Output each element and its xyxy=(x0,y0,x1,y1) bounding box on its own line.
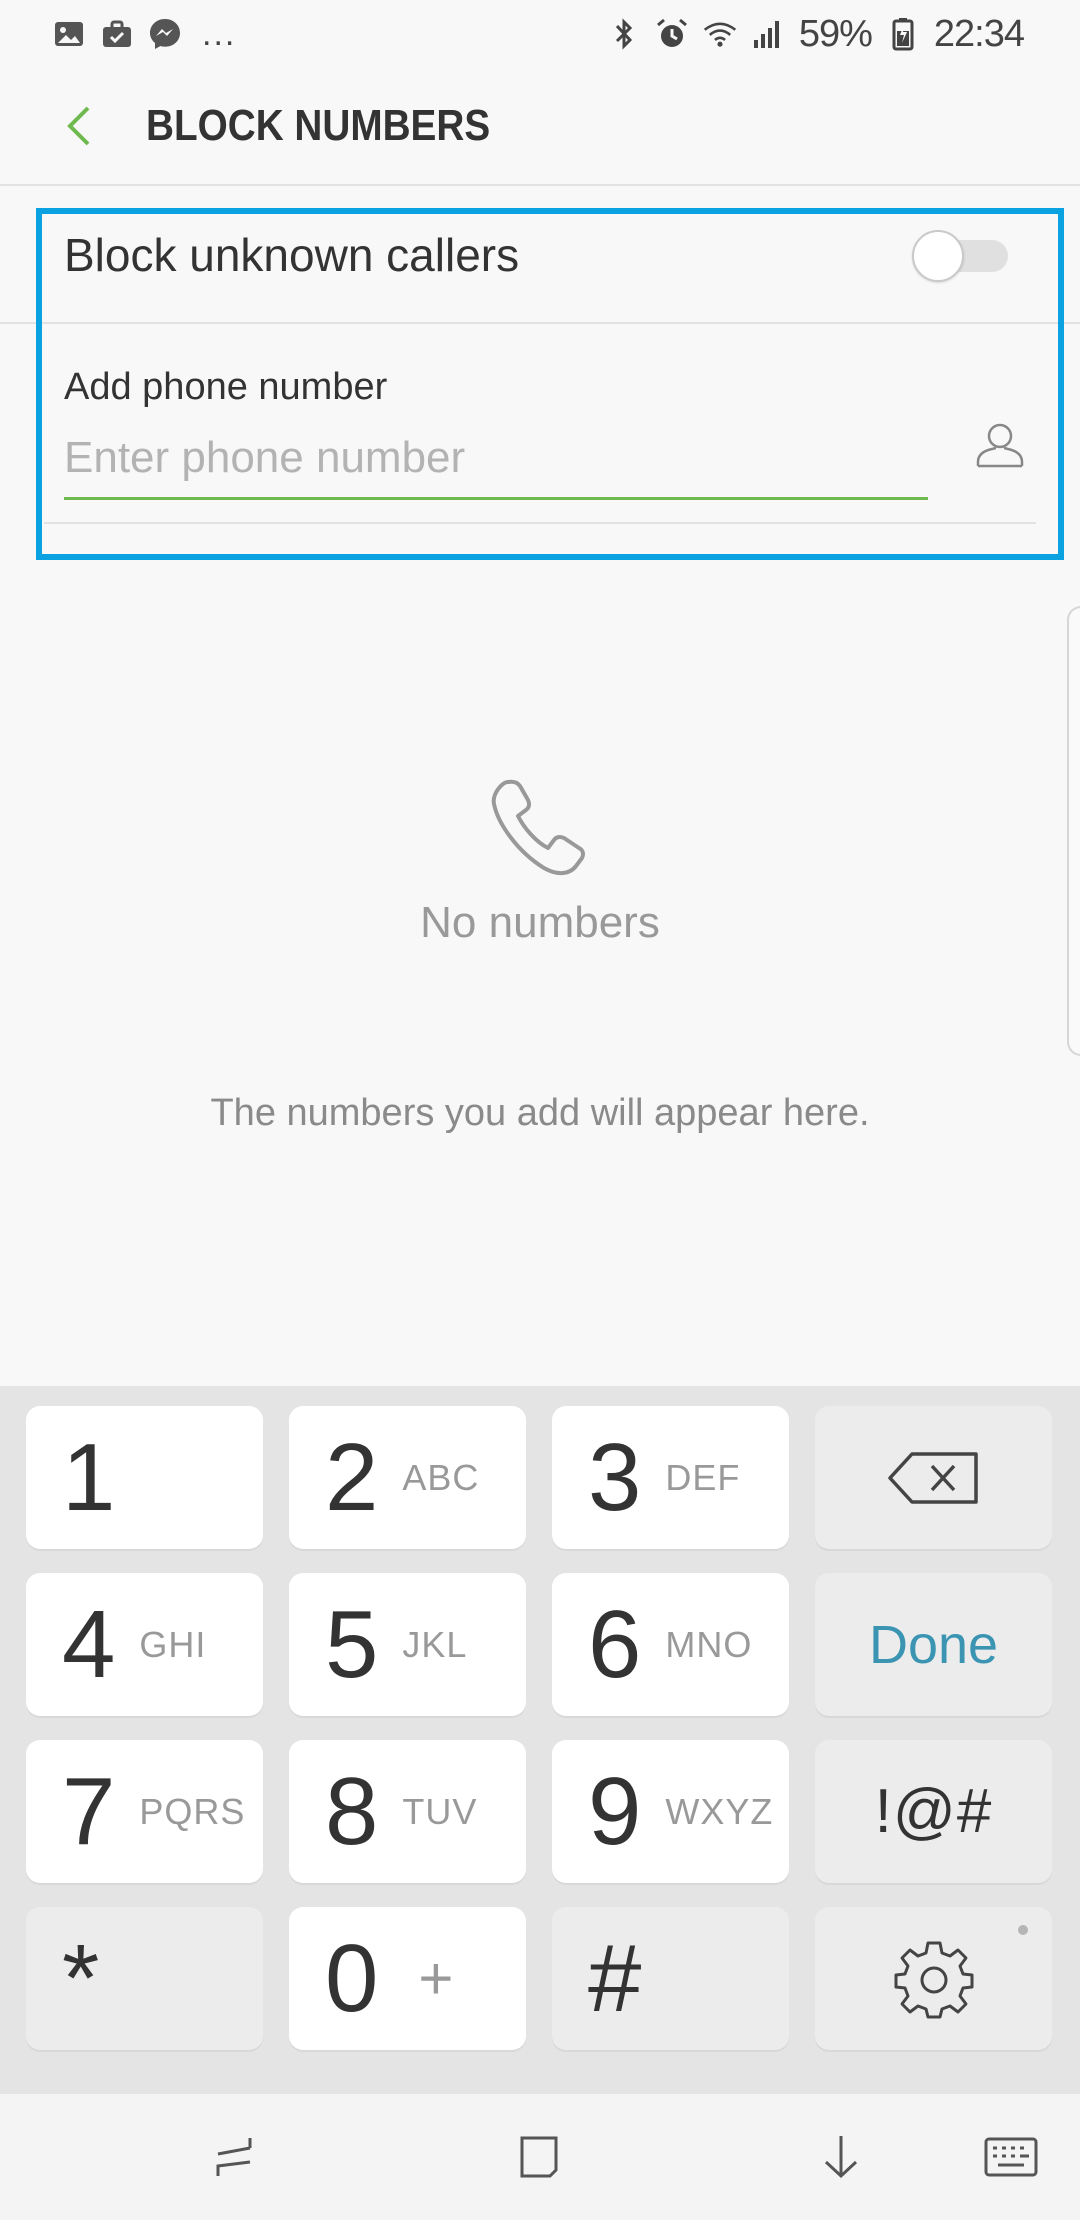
key-letters: TUV xyxy=(402,1790,478,1832)
block-unknown-callers-label: Block unknown callers xyxy=(64,229,520,281)
status-bar-system: 59% 22:34 xyxy=(607,12,1025,56)
status-bar-notifications: ... xyxy=(52,15,236,54)
keyboard-switch-button[interactable] xyxy=(976,2122,1046,2192)
key-0[interactable]: 0 + xyxy=(289,1907,526,2050)
status-bar: ... 59% 22:34 xyxy=(0,0,1080,68)
key-digit: # xyxy=(588,1924,642,2032)
key-asterisk[interactable]: * xyxy=(26,1907,263,2050)
key-6[interactable]: 6 MNO xyxy=(552,1573,789,1716)
empty-state-title: No numbers xyxy=(420,898,660,947)
briefcase-icon xyxy=(100,17,134,51)
home-icon xyxy=(520,2136,558,2178)
key-5[interactable]: 5 JKL xyxy=(289,1573,526,1716)
key-digit: 1 xyxy=(62,1423,116,1531)
backspace-icon xyxy=(887,1451,978,1504)
chevron-left-icon xyxy=(67,106,90,146)
clock: 22:34 xyxy=(933,12,1025,55)
key-letters: ABC xyxy=(402,1456,480,1498)
alarm-icon xyxy=(655,17,689,51)
contact-person-icon xyxy=(976,423,1024,468)
symbols-key[interactable]: !@# xyxy=(815,1740,1052,1883)
key-letters: DEF xyxy=(665,1456,741,1498)
key-8[interactable]: 8 TUV xyxy=(289,1740,526,1883)
hide-keyboard-button[interactable] xyxy=(806,2122,876,2192)
key-3[interactable]: 3 DEF xyxy=(552,1406,789,1549)
key-hash[interactable]: # xyxy=(552,1907,789,2050)
key-digit: 3 xyxy=(588,1423,642,1531)
keyboard-settings-key[interactable] xyxy=(815,1907,1052,2050)
key-letters: + xyxy=(418,1945,454,2012)
key-letters: WXYZ xyxy=(665,1790,774,1832)
keyboard-icon xyxy=(984,2137,1038,2177)
keypad-row-1: 1 2 ABC 3 DEF xyxy=(26,1406,1054,1549)
key-9[interactable]: 9 WXYZ xyxy=(552,1740,789,1883)
keypad-row-4: * 0 + # xyxy=(26,1907,1054,2050)
numeric-keypad: 1 2 ABC 3 DEF 4 GHI 5 JKL 6 MNO Done 7 PQRS 8T… xyxy=(0,1386,1080,2094)
bluetooth-icon xyxy=(607,17,641,51)
block-settings-panel: Block unknown callers Add phone number xyxy=(0,188,1080,524)
recent-apps-icon xyxy=(216,2138,252,2176)
backspace-key[interactable] xyxy=(815,1406,1052,1549)
divider xyxy=(44,522,1036,524)
empty-state: No numbers xyxy=(0,770,1080,948)
contacts-button[interactable] xyxy=(964,408,1036,480)
phone-icon xyxy=(491,779,585,875)
key-digit: 8 xyxy=(325,1757,379,1865)
recent-apps-button[interactable] xyxy=(200,2122,270,2192)
done-label: Done xyxy=(868,1614,999,1675)
key-digit: 2 xyxy=(325,1423,379,1531)
battery-icon xyxy=(886,17,920,51)
gear-icon xyxy=(894,1941,973,2018)
add-phone-number-row: Add phone number xyxy=(0,324,1080,524)
key-letters: GHI xyxy=(139,1623,207,1665)
wifi-icon xyxy=(703,17,737,51)
key-2[interactable]: 2 ABC xyxy=(289,1406,526,1549)
key-digit: 0 xyxy=(325,1924,379,2032)
empty-state-subtitle: The numbers you add will appear here. xyxy=(210,1092,870,1134)
add-phone-number-label: Add phone number xyxy=(64,366,388,408)
phone-number-input[interactable] xyxy=(64,428,928,500)
battery-percentage: 59% xyxy=(798,12,873,55)
key-letters: MNO xyxy=(665,1623,753,1665)
symbols-label: !@# xyxy=(874,1777,993,1846)
home-button[interactable] xyxy=(504,2122,574,2192)
key-digit: 4 xyxy=(62,1590,116,1698)
keypad-row-2: 4 GHI 5 JKL 6 MNO Done xyxy=(26,1573,1054,1716)
key-letters: JKL xyxy=(402,1623,468,1665)
keypad-row-3: 7 PQRS 8 TUV 9 WXYZ !@# xyxy=(26,1740,1054,1883)
notification-dot xyxy=(1018,1925,1028,1935)
key-4[interactable]: 4 GHI xyxy=(26,1573,263,1716)
messenger-icon xyxy=(148,17,182,51)
app-bar: BLOCK NUMBERS xyxy=(0,68,1080,186)
gallery-icon xyxy=(52,17,86,51)
key-digit: 5 xyxy=(325,1590,379,1698)
done-key[interactable]: Done xyxy=(815,1573,1052,1716)
block-unknown-callers-row[interactable]: Block unknown callers xyxy=(0,188,1080,324)
navigation-bar xyxy=(0,2094,1080,2220)
key-1[interactable]: 1 xyxy=(26,1406,263,1549)
key-7[interactable]: 7 PQRS xyxy=(26,1740,263,1883)
page-title: BLOCK NUMBERS xyxy=(146,101,491,150)
key-digit: 9 xyxy=(588,1757,642,1865)
more-notifications-indicator: ... xyxy=(202,14,237,53)
key-digit: 7 xyxy=(62,1757,116,1865)
block-unknown-callers-switch[interactable] xyxy=(912,230,1008,282)
key-digit: 6 xyxy=(588,1590,642,1698)
arrow-down-icon xyxy=(824,2136,858,2179)
signal-icon xyxy=(751,17,785,51)
key-letters: PQRS xyxy=(139,1790,246,1832)
back-button[interactable] xyxy=(40,86,120,166)
switch-thumb xyxy=(912,230,964,282)
key-digit: * xyxy=(62,1924,100,2032)
